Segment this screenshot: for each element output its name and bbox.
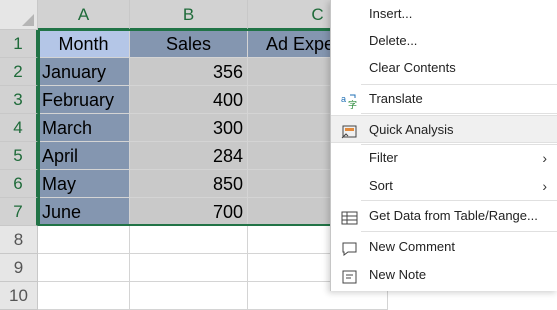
menu-item-delete[interactable]: Delete...: [331, 27, 557, 55]
cell-b10[interactable]: [130, 282, 248, 310]
menu-item-label: Quick Analysis: [369, 122, 454, 137]
row-header-1[interactable]: 1: [0, 30, 38, 58]
menu-item-label: New Comment: [369, 239, 455, 254]
comment-icon: [341, 239, 359, 256]
cell-a6[interactable]: May: [38, 170, 130, 198]
menu-separator: [361, 231, 557, 232]
cell-b3[interactable]: 400: [130, 86, 248, 114]
row-header-9[interactable]: 9: [0, 254, 38, 282]
quick-analysis-icon: [341, 122, 359, 139]
note-icon: [341, 267, 359, 284]
menu-separator: [361, 200, 557, 201]
row-header-6[interactable]: 6: [0, 170, 38, 198]
menu-item-label: Filter: [369, 150, 398, 165]
row-header-2[interactable]: 2: [0, 58, 38, 86]
row-header-4[interactable]: 4: [0, 114, 38, 142]
menu-item-new-note[interactable]: New Note: [331, 261, 557, 289]
column-header-a[interactable]: A: [38, 0, 130, 30]
cell-b9[interactable]: [130, 254, 248, 282]
context-menu: Insert... Delete... Clear Contents a 字 T…: [330, 0, 557, 291]
cell-a5[interactable]: April: [38, 142, 130, 170]
menu-item-label: Sort: [369, 178, 393, 193]
svg-text:a: a: [341, 94, 346, 104]
cell-b7[interactable]: 700: [130, 198, 248, 226]
menu-item-label: Get Data from Table/Range...: [369, 208, 538, 223]
menu-item-filter[interactable]: Filter ›: [331, 144, 557, 172]
cell-a4[interactable]: March: [38, 114, 130, 142]
menu-item-quick-analysis[interactable]: Quick Analysis: [331, 115, 557, 143]
menu-item-sort[interactable]: Sort ›: [331, 172, 557, 200]
menu-item-label: Clear Contents: [369, 60, 456, 75]
cell-b1[interactable]: Sales: [130, 30, 248, 58]
column-header-b[interactable]: B: [130, 0, 248, 30]
menu-separator: [361, 113, 557, 114]
menu-item-translate[interactable]: a 字 Translate: [331, 85, 557, 113]
menu-item-label: Insert...: [369, 6, 413, 21]
cell-a7[interactable]: June: [38, 198, 130, 226]
row-header-7[interactable]: 7: [0, 198, 38, 226]
cell-a2[interactable]: January: [38, 58, 130, 86]
menu-item-new-comment[interactable]: New Comment: [331, 233, 557, 261]
menu-item-label: Translate: [369, 91, 423, 106]
menu-item-clear-contents[interactable]: Clear Contents: [331, 54, 557, 82]
select-all-corner[interactable]: [0, 0, 38, 30]
menu-item-get-data[interactable]: Get Data from Table/Range...: [331, 202, 557, 230]
row-header-3[interactable]: 3: [0, 86, 38, 114]
row-header-10[interactable]: 10: [0, 282, 38, 310]
chevron-right-icon: ›: [542, 150, 547, 166]
cell-b6[interactable]: 850: [130, 170, 248, 198]
chevron-right-icon: ›: [542, 178, 547, 194]
cell-b5[interactable]: 284: [130, 142, 248, 170]
cell-a3[interactable]: February: [38, 86, 130, 114]
translate-icon: a 字: [341, 91, 359, 110]
cell-b4[interactable]: 300: [130, 114, 248, 142]
cell-a10[interactable]: [38, 282, 130, 310]
cell-a8[interactable]: [38, 226, 130, 254]
cell-b8[interactable]: [130, 226, 248, 254]
svg-text:字: 字: [348, 99, 357, 109]
row-header-5[interactable]: 5: [0, 142, 38, 170]
menu-item-label: New Note: [369, 267, 427, 282]
row-header-8[interactable]: 8: [0, 226, 38, 254]
table-icon: [341, 208, 359, 225]
menu-item-label: Delete...: [369, 33, 418, 48]
cell-a1[interactable]: Month: [38, 30, 130, 58]
cell-b2[interactable]: 356: [130, 58, 248, 86]
cell-a9[interactable]: [38, 254, 130, 282]
menu-item-insert[interactable]: Insert...: [331, 0, 557, 28]
